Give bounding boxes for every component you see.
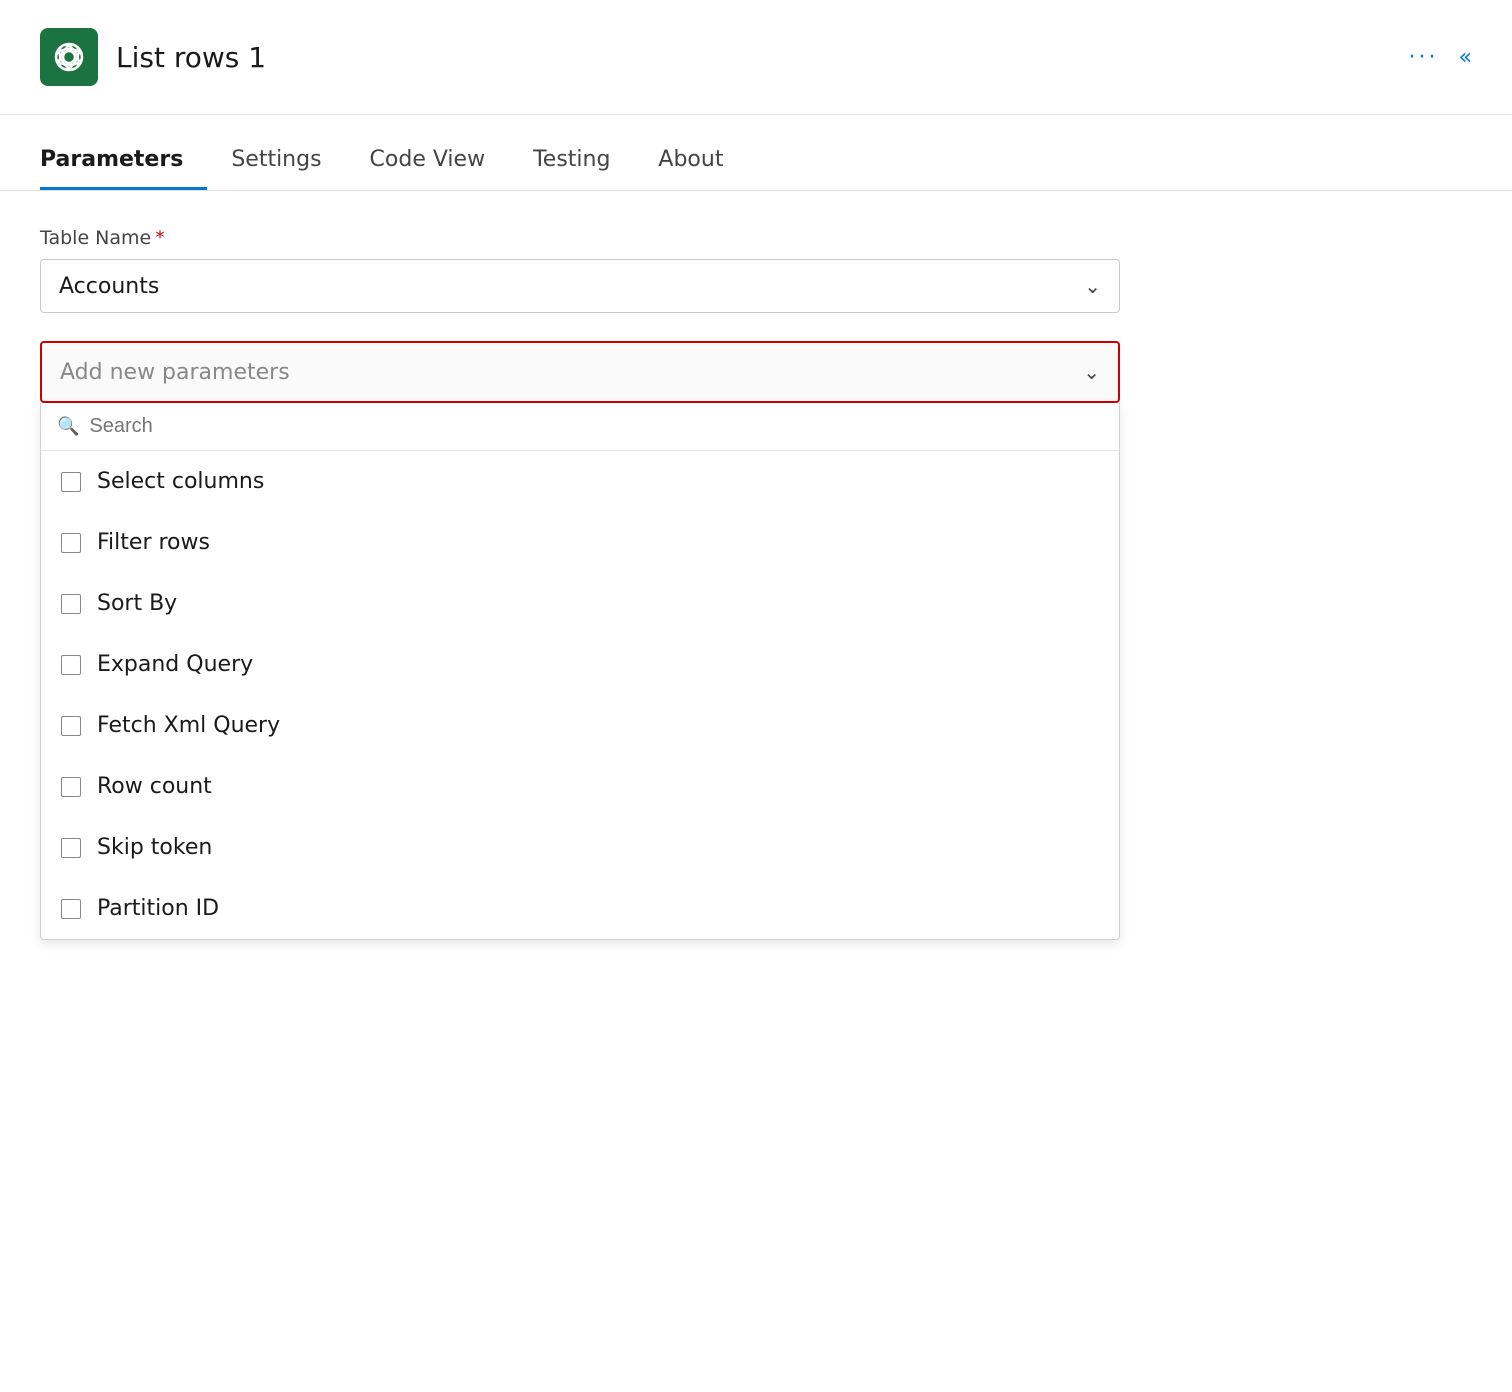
filter-rows-checkbox[interactable] xyxy=(61,533,81,553)
required-indicator: * xyxy=(155,227,165,249)
list-item[interactable]: Sort By xyxy=(41,573,1119,634)
expand-query-checkbox[interactable] xyxy=(61,655,81,675)
table-name-select[interactable]: Accounts ⌄ xyxy=(40,259,1120,313)
filter-rows-label: Filter rows xyxy=(97,530,210,555)
list-item[interactable]: Filter rows xyxy=(41,512,1119,573)
table-name-label: Table Name* xyxy=(40,227,1472,249)
header-right: ··· « xyxy=(1409,45,1472,70)
add-params-placeholder: Add new parameters xyxy=(60,360,290,385)
tab-settings[interactable]: Settings xyxy=(207,147,345,190)
tab-parameters[interactable]: Parameters xyxy=(40,147,207,190)
dataverse-icon xyxy=(51,39,87,75)
select-columns-label: Select columns xyxy=(97,469,264,494)
tab-code-view[interactable]: Code View xyxy=(346,147,510,190)
row-count-label: Row count xyxy=(97,774,212,799)
add-params-wrapper: Add new parameters ⌄ xyxy=(40,341,1120,403)
list-item[interactable]: Fetch Xml Query xyxy=(41,695,1119,756)
fetch-xml-query-label: Fetch Xml Query xyxy=(97,713,280,738)
app-icon xyxy=(40,28,98,86)
header-left: List rows 1 xyxy=(40,28,266,86)
partition-id-label: Partition ID xyxy=(97,896,219,921)
sort-by-checkbox[interactable] xyxy=(61,594,81,614)
tab-testing[interactable]: Testing xyxy=(509,147,634,190)
expand-query-label: Expand Query xyxy=(97,652,253,677)
select-columns-checkbox[interactable] xyxy=(61,472,81,492)
page-title: List rows 1 xyxy=(116,41,266,74)
list-item[interactable]: Row count xyxy=(41,756,1119,817)
tab-about[interactable]: About xyxy=(634,147,747,190)
add-params-select[interactable]: Add new parameters ⌄ xyxy=(42,343,1118,401)
header: List rows 1 ··· « xyxy=(0,0,1512,115)
search-icon: 🔍 xyxy=(57,416,79,437)
list-item[interactable]: Expand Query xyxy=(41,634,1119,695)
sort-by-label: Sort By xyxy=(97,591,177,616)
skip-token-label: Skip token xyxy=(97,835,212,860)
add-params-chevron-icon: ⌄ xyxy=(1083,360,1100,384)
skip-token-checkbox[interactable] xyxy=(61,838,81,858)
list-item[interactable]: Select columns xyxy=(41,451,1119,512)
collapse-button[interactable]: « xyxy=(1459,45,1472,70)
dropdown-panel: 🔍 Select columns Filter rows Sort By Exp… xyxy=(40,403,1120,940)
table-name-chevron-icon: ⌄ xyxy=(1084,274,1101,298)
row-count-checkbox[interactable] xyxy=(61,777,81,797)
fetch-xml-query-checkbox[interactable] xyxy=(61,716,81,736)
more-options-button[interactable]: ··· xyxy=(1409,45,1439,70)
partition-id-checkbox[interactable] xyxy=(61,899,81,919)
list-item[interactable]: Skip token xyxy=(41,817,1119,878)
search-input[interactable] xyxy=(89,415,1103,438)
search-box: 🔍 xyxy=(41,403,1119,451)
table-name-value: Accounts xyxy=(59,274,159,299)
list-item[interactable]: Partition ID xyxy=(41,878,1119,939)
tab-bar: Parameters Settings Code View Testing Ab… xyxy=(0,115,1512,191)
content-area: Table Name* Accounts ⌄ Add new parameter… xyxy=(0,191,1512,976)
